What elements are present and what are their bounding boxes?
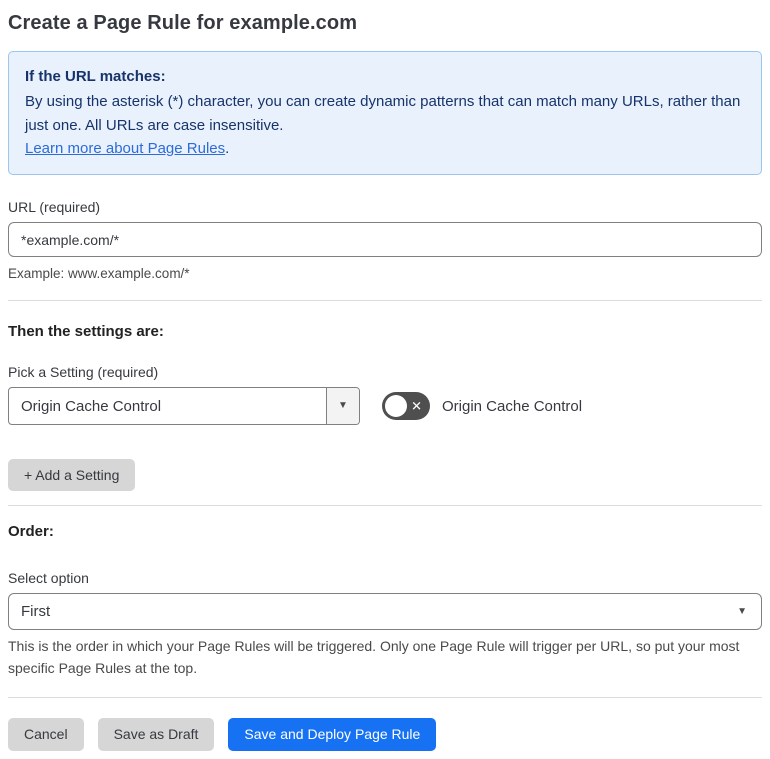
toggle-label: Origin Cache Control [442, 397, 583, 415]
save-and-deploy-button[interactable]: Save and Deploy Page Rule [228, 717, 437, 751]
divider [8, 505, 762, 507]
info-box-body: By using the asterisk (*) character, you… [25, 93, 741, 134]
setting-select[interactable]: Origin Cache Control ▼ [8, 387, 360, 426]
link-suffix: . [225, 139, 230, 157]
add-setting-button[interactable]: + Add a Setting [8, 459, 136, 492]
setting-select-arrow-button[interactable]: ▼ [326, 388, 359, 425]
toggle-off-x-icon: ✕ [411, 398, 422, 414]
chevron-down-icon: ▼ [338, 400, 348, 412]
divider [8, 696, 762, 698]
toggle-knob [385, 395, 407, 418]
url-match-info-box: If the URL matches: By using the asteris… [8, 51, 762, 175]
info-box-link-line: Learn more about Page Rules. [25, 137, 745, 160]
learn-more-link[interactable]: Learn more about Page Rules [25, 140, 225, 157]
origin-cache-toggle-group: ✕ Origin Cache Control [382, 392, 583, 421]
setting-select-value: Origin Cache Control [21, 397, 162, 415]
footer-button-row: Cancel Save as Draft Save and Deploy Pag… [8, 717, 762, 751]
settings-section-heading: Then the settings are: [8, 323, 164, 341]
origin-cache-toggle[interactable]: ✕ [382, 392, 430, 421]
order-helper-text: This is the order in which your Page Rul… [8, 638, 740, 676]
url-section: URL (required) Example: www.example.com/… [8, 199, 762, 284]
order-select[interactable]: First ▼ [8, 593, 762, 631]
divider [8, 300, 762, 302]
setting-row: Origin Cache Control ▼ ✕ Origin Cache Co… [8, 387, 762, 426]
chevron-down-icon: ▼ [737, 605, 747, 617]
url-input[interactable] [8, 222, 762, 257]
order-section-heading: Order: [8, 523, 54, 541]
cancel-button[interactable]: Cancel [8, 717, 84, 751]
info-box-heading: If the URL matches: [25, 68, 166, 85]
url-field-label: URL (required) [8, 199, 101, 215]
order-select-value: First [21, 603, 51, 621]
save-as-draft-button[interactable]: Save as Draft [97, 717, 215, 751]
pick-setting-label: Pick a Setting (required) [8, 364, 159, 381]
page-title: Create a Page Rule for example.com [8, 12, 358, 34]
url-helper-text: Example: www.example.com/* [8, 266, 190, 281]
order-select-label: Select option [8, 570, 89, 587]
